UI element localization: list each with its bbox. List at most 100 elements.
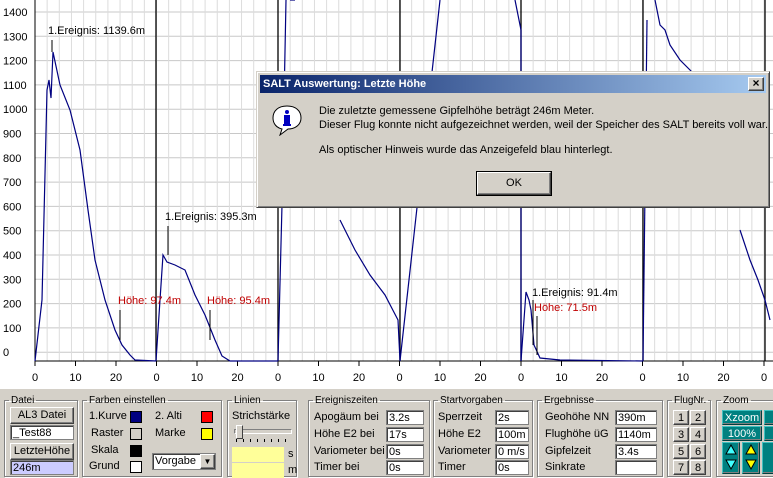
dialog-message-line-1: Die zuletzte gemessene Gipfelhöhe beträg… [319,105,595,117]
arrow-updown-yellow-icon [745,443,757,471]
chart-annotation: 1.Ereignis: 395.3m [165,211,257,223]
variometer-bei-field[interactable]: 0s [386,444,424,459]
vorgabe-select-value: Vorgabe [155,455,196,467]
timer-bei-field[interactable]: 0s [386,460,424,475]
chevron-down-icon[interactable]: ▼ [200,454,215,469]
dialog-close-button[interactable]: × [748,77,764,91]
x-tick-label: 20 [717,372,729,384]
marke-color-swatch[interactable] [201,428,213,440]
skala-label: Skala [91,444,119,456]
x-tick-label: 0 [32,372,38,384]
flug-7-button[interactable]: 7 [673,460,689,475]
variometer-field[interactable]: 0 m/s [495,444,529,459]
sperrzeit-field[interactable]: 2s [495,410,529,425]
linien-s-field[interactable] [232,447,284,462]
grund-label: Grund [89,460,120,472]
yzoom-button[interactable] [764,410,773,425]
strichstaerke-slider-thumb[interactable] [236,425,243,439]
chart-annotation: 1.Ereignis: 91.4m [532,287,618,299]
zoom-percent-button[interactable]: 100% [722,426,762,441]
hoehe-e2-bei-field[interactable]: 17s [386,427,424,442]
altitude-curve [339,219,401,362]
linien-legend: Linien [234,395,261,406]
letzte-hoehe-button[interactable]: LetzteHöhe [10,443,74,460]
zoom-extra-button[interactable] [764,426,773,441]
flug-5-button[interactable]: 5 [673,444,689,459]
y-tick-label: 1200 [3,56,27,68]
vorgabe-select[interactable]: Vorgabe ▼ [152,453,216,470]
flughoehe-field: 1140m [615,427,657,442]
x-tick-label: 0 [761,372,767,384]
flugnr-legend: FlugNr. [674,395,707,406]
kurve1-label: 1.Kurve [89,410,127,422]
zoom-scroll-mid-button[interactable] [742,442,760,474]
x-tick-label: 20 [596,372,608,384]
timer-bei-label: Timer bei [314,461,360,473]
y-tick-label: 800 [3,153,21,165]
ereigniszeiten-legend: Ereigniszeiten [315,395,378,406]
gipfelzeit-label: Gipfelzeit [545,445,591,457]
x-tick-label: 10 [434,372,446,384]
control-panel: Datei AL3 Datei _Test88 LetzteHöhe 246m … [0,389,773,478]
x-tick-label: 20 [353,372,365,384]
y-tick-label: 400 [3,250,21,262]
y-tick-label: 100 [3,323,21,335]
slider-tick-marks [236,439,290,442]
geohoehe-field: 390m [615,410,657,425]
timer-field[interactable]: 0s [495,460,529,475]
variometer-bei-label: Variometer bei [314,445,385,457]
x-tick-label: 0 [639,372,645,384]
sperrzeit-label: Sperrzeit [438,411,483,423]
datei-legend: Datei [11,395,35,406]
xzoom-button[interactable]: Xzoom [722,410,762,425]
file-name-field[interactable]: _Test88 [10,425,74,440]
chart-annotation: Höhe: 97.4m [118,295,181,307]
kurve1-color-swatch[interactable] [130,411,142,423]
x-tick-label: 10 [191,372,203,384]
y-tick-label: 600 [3,201,21,213]
flug-3-button[interactable]: 3 [673,427,689,442]
x-tick-label: 10 [677,372,689,384]
skala-color-swatch[interactable] [130,445,142,457]
raster-label: Raster [91,427,124,439]
timer-label: Timer [438,461,466,473]
geohoehe-label: Geohöhe NN [545,411,610,423]
linien-m-field[interactable] [232,463,284,478]
y-tick-label: 1300 [3,31,27,43]
info-icon [272,105,302,136]
startvorgaben-legend: Startvorgaben [440,395,503,406]
dialog-message-line-3: Als optischer Hinweis wurde das Anzeigef… [319,144,613,156]
alti2-color-swatch[interactable] [201,411,213,423]
x-tick-label: 0 [396,372,402,384]
linien-s-unit: s [288,448,294,460]
zoom-legend: Zoom [723,395,749,406]
x-tick-label: 10 [69,372,81,384]
y-tick-label: 300 [3,274,21,286]
flug-8-button[interactable]: 8 [690,460,706,475]
flug-1-button[interactable]: 1 [673,410,689,425]
chart-annotation: 1.Ereignis: 1139.6m [48,25,145,37]
hoehe-e2-field[interactable]: 100m [495,427,529,442]
flug-2-button[interactable]: 2 [690,410,706,425]
x-tick-label: 20 [231,372,243,384]
marke-label: Marke [155,427,186,439]
x-tick-label: 0 [153,372,159,384]
apogaeum-field[interactable]: 3.2s [386,410,424,425]
zoom-scroll-right-button[interactable] [762,442,773,474]
arrow-updown-icon [725,443,737,471]
apogaeum-label: Apogäum bei [314,411,379,423]
raster-color-swatch[interactable] [130,428,142,440]
letzte-hoehe-field: 246m [10,460,74,475]
linien-m-unit: m [288,464,298,476]
hoehe-e2-bei-label: Höhe E2 bei [314,428,375,440]
al3-datei-button[interactable]: AL3 Datei [10,407,74,424]
y-tick-label: 1400 [3,7,27,19]
zoom-scroll-left-button[interactable] [722,442,740,474]
flug-6-button[interactable]: 6 [690,444,706,459]
ok-button[interactable]: OK [476,171,552,196]
hoehe-e2-label: Höhe E2 [438,428,481,440]
y-tick-label: 1000 [3,104,27,116]
sinkrate-label: Sinkrate [545,461,586,473]
grund-color-swatch[interactable] [130,461,142,473]
flug-4-button[interactable]: 4 [690,427,706,442]
